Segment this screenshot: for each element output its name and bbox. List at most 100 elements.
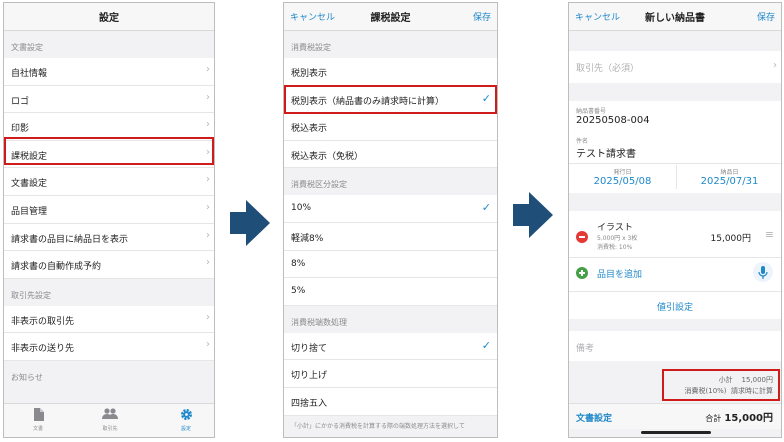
option-tax-10[interactable]: 10% ✓ <box>284 195 497 223</box>
total-value: 15,000円 <box>724 413 773 424</box>
option-round-up[interactable]: 切り上げ <box>284 360 497 388</box>
highlight-box <box>4 137 214 165</box>
arrow-right-icon <box>513 192 553 242</box>
tab-documents[interactable]: 文書 <box>13 408 63 432</box>
option-tax-inclusive[interactable]: 税込表示 <box>284 113 497 141</box>
save-button[interactable]: 保存 <box>757 10 775 23</box>
settings-item-label: 請求書の品目に納品日を表示 <box>11 234 129 245</box>
option-tax-reduced-8[interactable]: 軽減8% <box>284 222 497 251</box>
issue-date-label: 発行日 <box>613 169 632 176</box>
subject-field[interactable]: テスト請求書 <box>576 145 636 160</box>
settings-item-label: 印影 <box>11 124 30 135</box>
discount-button[interactable]: 値引設定 <box>569 291 781 319</box>
subject-label: 件名 <box>576 138 589 145</box>
section-header-rounding: 消費税端数処理 <box>291 317 347 327</box>
divider <box>569 257 781 258</box>
settings-screen: 設定 文書設定 自社情報 › ロゴ › 印影 › 課税設定 › 文書設定 › 品目管理 › … <box>3 2 215 438</box>
settings-item-document[interactable]: 文書設定 › <box>4 168 214 196</box>
items-card: イラスト 5,000円 x 3枚 消費税: 10% 15,000円 ≡ 品目を追… <box>569 211 781 291</box>
delivery-date-label: 納品日 <box>720 169 739 176</box>
doc-number-label: 納品書番号 <box>576 108 607 115</box>
delivery-date-value: 2025/07/31 <box>700 176 759 187</box>
add-item-button[interactable]: 品目を追加 <box>597 267 642 280</box>
tab-label: 文書 <box>32 426 43 432</box>
option-label: 四捨五入 <box>291 398 328 409</box>
delete-item-icon[interactable] <box>576 231 588 243</box>
option-tax-8[interactable]: 8% <box>284 250 497 279</box>
people-icon <box>85 408 135 422</box>
item-name[interactable]: イラスト <box>597 220 633 233</box>
tab-label: 取引先 <box>102 426 118 432</box>
chevron-right-icon: › <box>206 229 210 241</box>
client-field[interactable]: 取引先（必須） › <box>569 51 781 83</box>
option-label: 10% <box>291 203 312 214</box>
settings-item-auto-invoice[interactable]: 請求書の自動作成予約 › <box>4 251 214 279</box>
option-tax-exclusive[interactable]: 税別表示 <box>284 58 497 86</box>
settings-item-label: 品目管理 <box>11 206 48 217</box>
issue-date-field[interactable]: 発行日 2025/05/08 <box>569 167 676 187</box>
section-header-document: 文書設定 <box>11 43 43 52</box>
delivery-nav-bar: キャンセル 新しい納品書 保存 <box>569 3 781 31</box>
checkmark-icon: ✓ <box>481 338 491 352</box>
document-info-card: 納品書番号 20250508-004 件名 テスト請求書 発行日 2025/05… <box>569 101 781 193</box>
option-label: 軽減8% <box>291 233 324 244</box>
gear-icon <box>161 408 211 422</box>
tax-settings-screen: キャンセル 課税設定 保存 消費税設定 税別表示 税別表示（納品書のみ請求時に計… <box>283 2 498 438</box>
notes-field[interactable]: 備考 <box>569 331 781 361</box>
item-detail: 5,000円 x 3枚 <box>597 235 638 242</box>
divider <box>569 163 781 164</box>
section-header-news: お知らせ <box>11 372 43 382</box>
chevron-right-icon: › <box>206 119 210 131</box>
delivery-date-field[interactable]: 納品日 2025/07/31 <box>676 167 781 187</box>
settings-nav-bar: 設定 <box>4 3 214 31</box>
option-label: 税込表示（免税） <box>291 151 364 162</box>
document-icon <box>13 408 63 422</box>
tab-clients[interactable]: 取引先 <box>85 408 135 432</box>
total-label: 合計 <box>705 414 722 423</box>
tax-nav-bar: キャンセル 課税設定 保存 <box>284 3 497 31</box>
add-item-icon[interactable] <box>576 267 588 279</box>
chevron-right-icon: › <box>206 257 210 269</box>
page-title: 新しい納品書 <box>645 13 705 24</box>
settings-item-company-info[interactable]: 自社情報 › <box>4 58 214 86</box>
footer-bar: 文書設定 合計 15,000円 <box>569 403 781 429</box>
settings-item-logo[interactable]: ロゴ › <box>4 85 214 114</box>
highlight-box <box>284 85 497 114</box>
tab-settings[interactable]: 設定 <box>161 408 211 432</box>
settings-item-delivery-date[interactable]: 請求書の品目に納品日を表示 › <box>4 223 214 252</box>
item-amount: 15,000円 <box>710 234 752 244</box>
option-round-half[interactable]: 四捨五入 <box>284 387 497 416</box>
settings-item-label: 文書設定 <box>11 179 48 190</box>
settings-item-hidden-recipients[interactable]: 非表示の送り先 › <box>4 333 214 361</box>
option-tax-inclusive-exempt[interactable]: 税込表示（免税） <box>284 140 497 169</box>
settings-item-hidden-clients[interactable]: 非表示の取引先 › <box>4 305 214 334</box>
client-placeholder: 取引先（必須） <box>576 64 640 74</box>
doc-number-field[interactable]: 20250508-004 <box>576 115 650 126</box>
settings-item-products[interactable]: 品目管理 › <box>4 195 214 224</box>
option-round-down[interactable]: 切り捨て ✓ <box>284 332 497 361</box>
chevron-right-icon: › <box>206 311 210 323</box>
highlight-box <box>662 369 780 401</box>
issue-date-value: 2025/05/08 <box>593 176 652 187</box>
microphone-icon[interactable] <box>753 262 773 282</box>
drag-handle-icon[interactable]: ≡ <box>765 228 774 241</box>
option-label: 切り捨て <box>291 343 328 354</box>
settings-item-label: 非表示の送り先 <box>11 344 75 355</box>
option-label: 税込表示 <box>291 124 328 135</box>
tab-label: 設定 <box>180 426 191 432</box>
section-header-tax-display: 消費税設定 <box>291 43 331 52</box>
item-tax: 消費税: 10% <box>597 244 633 251</box>
option-label: 5% <box>291 286 306 297</box>
save-button[interactable]: 保存 <box>473 10 491 23</box>
arrow-right-icon <box>230 200 270 250</box>
total-row: 合計 15,000円 <box>705 409 773 424</box>
discount-label: 値引設定 <box>656 303 693 313</box>
settings-item-label: 非表示の取引先 <box>11 316 75 327</box>
chevron-right-icon: › <box>206 174 210 186</box>
section-header-tax-class: 消費税区分設定 <box>291 180 347 190</box>
option-label: 切り上げ <box>291 371 328 382</box>
document-settings-button[interactable]: 文書設定 <box>576 411 612 424</box>
option-tax-5[interactable]: 5% <box>284 278 497 306</box>
chevron-right-icon: › <box>206 91 210 103</box>
checkmark-icon: ✓ <box>481 201 491 215</box>
